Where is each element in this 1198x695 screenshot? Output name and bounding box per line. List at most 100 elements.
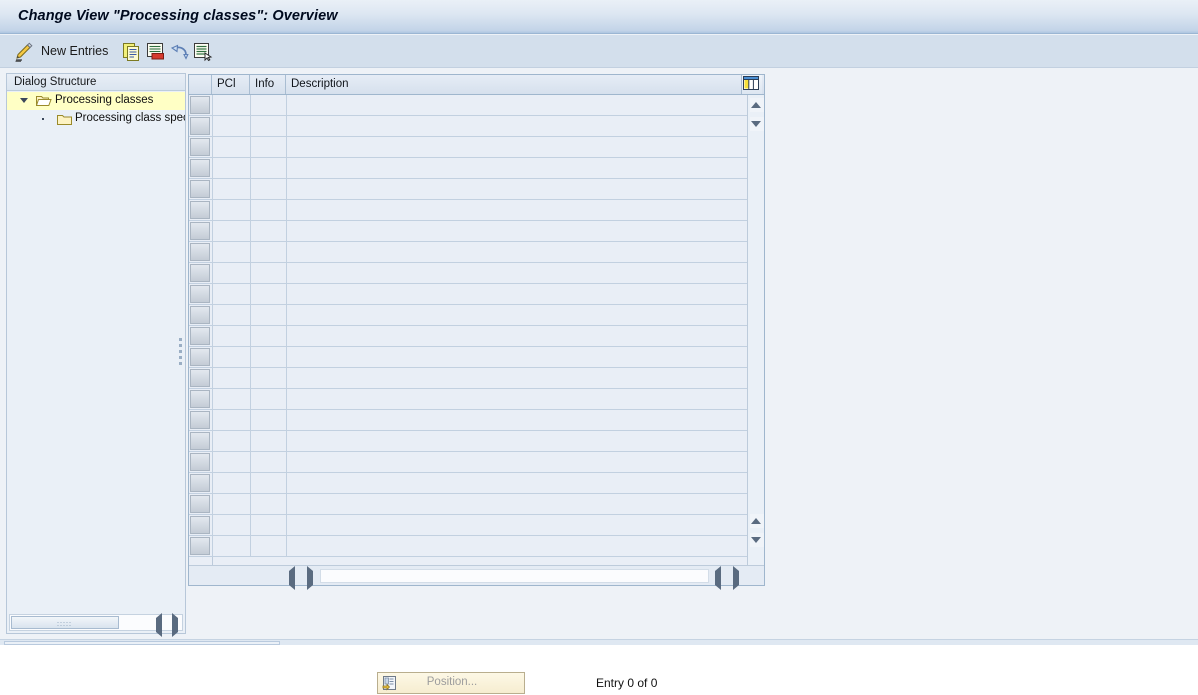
page-down-icon[interactable] [750, 533, 764, 547]
table-row[interactable] [189, 137, 747, 158]
scroll-left-end-icon[interactable] [715, 566, 721, 590]
tree-item-label: Processing class spec [75, 112, 185, 124]
table-row[interactable] [189, 284, 747, 305]
tree-horizontal-scrollbar[interactable] [9, 613, 183, 637]
scroll-down-icon[interactable] [750, 117, 764, 131]
entry-count-label: Entry 0 of 0 [596, 676, 658, 690]
panel-splitter[interactable] [178, 338, 185, 366]
cell-divider [250, 473, 251, 494]
row-select-button[interactable] [190, 369, 210, 387]
scroll-left-icon[interactable] [156, 613, 162, 637]
table-row[interactable] [189, 431, 747, 452]
row-select-button[interactable] [190, 474, 210, 492]
cell-divider [286, 389, 287, 410]
table-row[interactable] [189, 326, 747, 347]
row-select-button[interactable] [190, 96, 210, 114]
tree-item-processing-classes[interactable]: Processing classes [7, 92, 185, 110]
row-select-button[interactable] [190, 348, 210, 366]
row-select-button[interactable] [190, 432, 210, 450]
row-select-button[interactable] [190, 495, 210, 513]
table-settings-icon[interactable] [741, 75, 762, 94]
table-row[interactable] [189, 368, 747, 389]
table-row[interactable] [189, 452, 747, 473]
table-row[interactable] [189, 347, 747, 368]
select-layout-icon[interactable] [192, 41, 213, 62]
row-select-button[interactable] [190, 222, 210, 240]
row-select-button[interactable] [190, 201, 210, 219]
table-row[interactable] [189, 242, 747, 263]
scroll-up-icon[interactable] [750, 98, 764, 112]
table-row[interactable] [189, 95, 747, 116]
table-row[interactable] [189, 221, 747, 242]
page-up-icon[interactable] [750, 514, 764, 528]
cell-divider [286, 137, 287, 158]
table-row[interactable] [189, 536, 747, 557]
scroll-right-icon[interactable] [307, 566, 313, 590]
tree-item-processing-class-spec[interactable]: Processing class spec [7, 110, 185, 128]
table-row[interactable] [189, 494, 747, 515]
cell-divider [212, 116, 213, 137]
row-select-button[interactable] [190, 327, 210, 345]
closed-folder-icon [57, 113, 73, 126]
pencil-edit-icon[interactable] [13, 41, 35, 63]
row-select-button[interactable] [190, 306, 210, 324]
chevron-down-icon[interactable] [20, 98, 28, 103]
row-select-button[interactable] [190, 180, 210, 198]
row-select-button[interactable] [190, 264, 210, 282]
table-row[interactable] [189, 263, 747, 284]
row-select-button[interactable] [190, 537, 210, 555]
dialog-structure-panel: Dialog Structure Processing classes Proc… [6, 73, 186, 637]
row-select-button[interactable] [190, 285, 210, 303]
cell-divider [286, 515, 287, 536]
table-horizontal-scrollbar[interactable] [189, 565, 764, 590]
row-select-button[interactable] [190, 243, 210, 261]
column-header-pcl[interactable]: PCl [212, 75, 250, 94]
row-select-button[interactable] [190, 138, 210, 156]
status-bar-message-area [4, 641, 280, 645]
table-row[interactable] [189, 410, 747, 431]
delete-icon[interactable] [145, 41, 166, 62]
position-button[interactable]: Position... [377, 672, 525, 694]
cell-divider [286, 200, 287, 221]
row-select-button[interactable] [190, 516, 210, 534]
table-row[interactable] [189, 116, 747, 137]
row-select-button[interactable] [190, 453, 210, 471]
cell-divider [212, 179, 213, 200]
new-entries-button[interactable]: New Entries [41, 44, 108, 58]
table-row[interactable] [189, 179, 747, 200]
cell-divider [212, 95, 213, 116]
row-select-button[interactable] [190, 411, 210, 429]
table-row[interactable] [189, 515, 747, 536]
cell-divider [212, 284, 213, 305]
copy-as-icon[interactable] [121, 41, 142, 62]
table-row[interactable] [189, 389, 747, 410]
table-row[interactable] [189, 158, 747, 179]
cell-divider [250, 452, 251, 473]
column-header-info[interactable]: Info [250, 75, 286, 94]
overview-table: PCl Info Description [188, 74, 765, 590]
sap-gui-window: Change View "Processing classes": Overvi… [0, 0, 1198, 694]
row-select-button[interactable] [190, 390, 210, 408]
scrollbar-thumb[interactable] [11, 616, 119, 629]
cell-divider [250, 410, 251, 431]
row-select-button[interactable] [190, 117, 210, 135]
cell-divider [286, 158, 287, 179]
scroll-right-icon[interactable] [172, 613, 178, 637]
row-select-button[interactable] [190, 159, 210, 177]
column-header-select[interactable] [189, 75, 212, 94]
scrollbar-track[interactable] [320, 569, 709, 583]
cell-divider [212, 200, 213, 221]
column-header-description[interactable]: Description [286, 75, 748, 94]
undo-icon[interactable] [169, 41, 190, 62]
tree-bullet-icon [42, 118, 44, 120]
table-row[interactable] [189, 473, 747, 494]
scroll-left-icon[interactable] [289, 566, 295, 590]
cell-divider [286, 116, 287, 137]
scroll-right-end-icon[interactable] [733, 566, 739, 590]
page-title: Change View "Processing classes": Overvi… [18, 8, 338, 24]
dialog-structure-header: Dialog Structure [7, 74, 185, 91]
table-row[interactable] [189, 200, 747, 221]
cell-divider [212, 347, 213, 368]
table-vertical-scroll-column[interactable] [747, 95, 764, 566]
table-row[interactable] [189, 305, 747, 326]
